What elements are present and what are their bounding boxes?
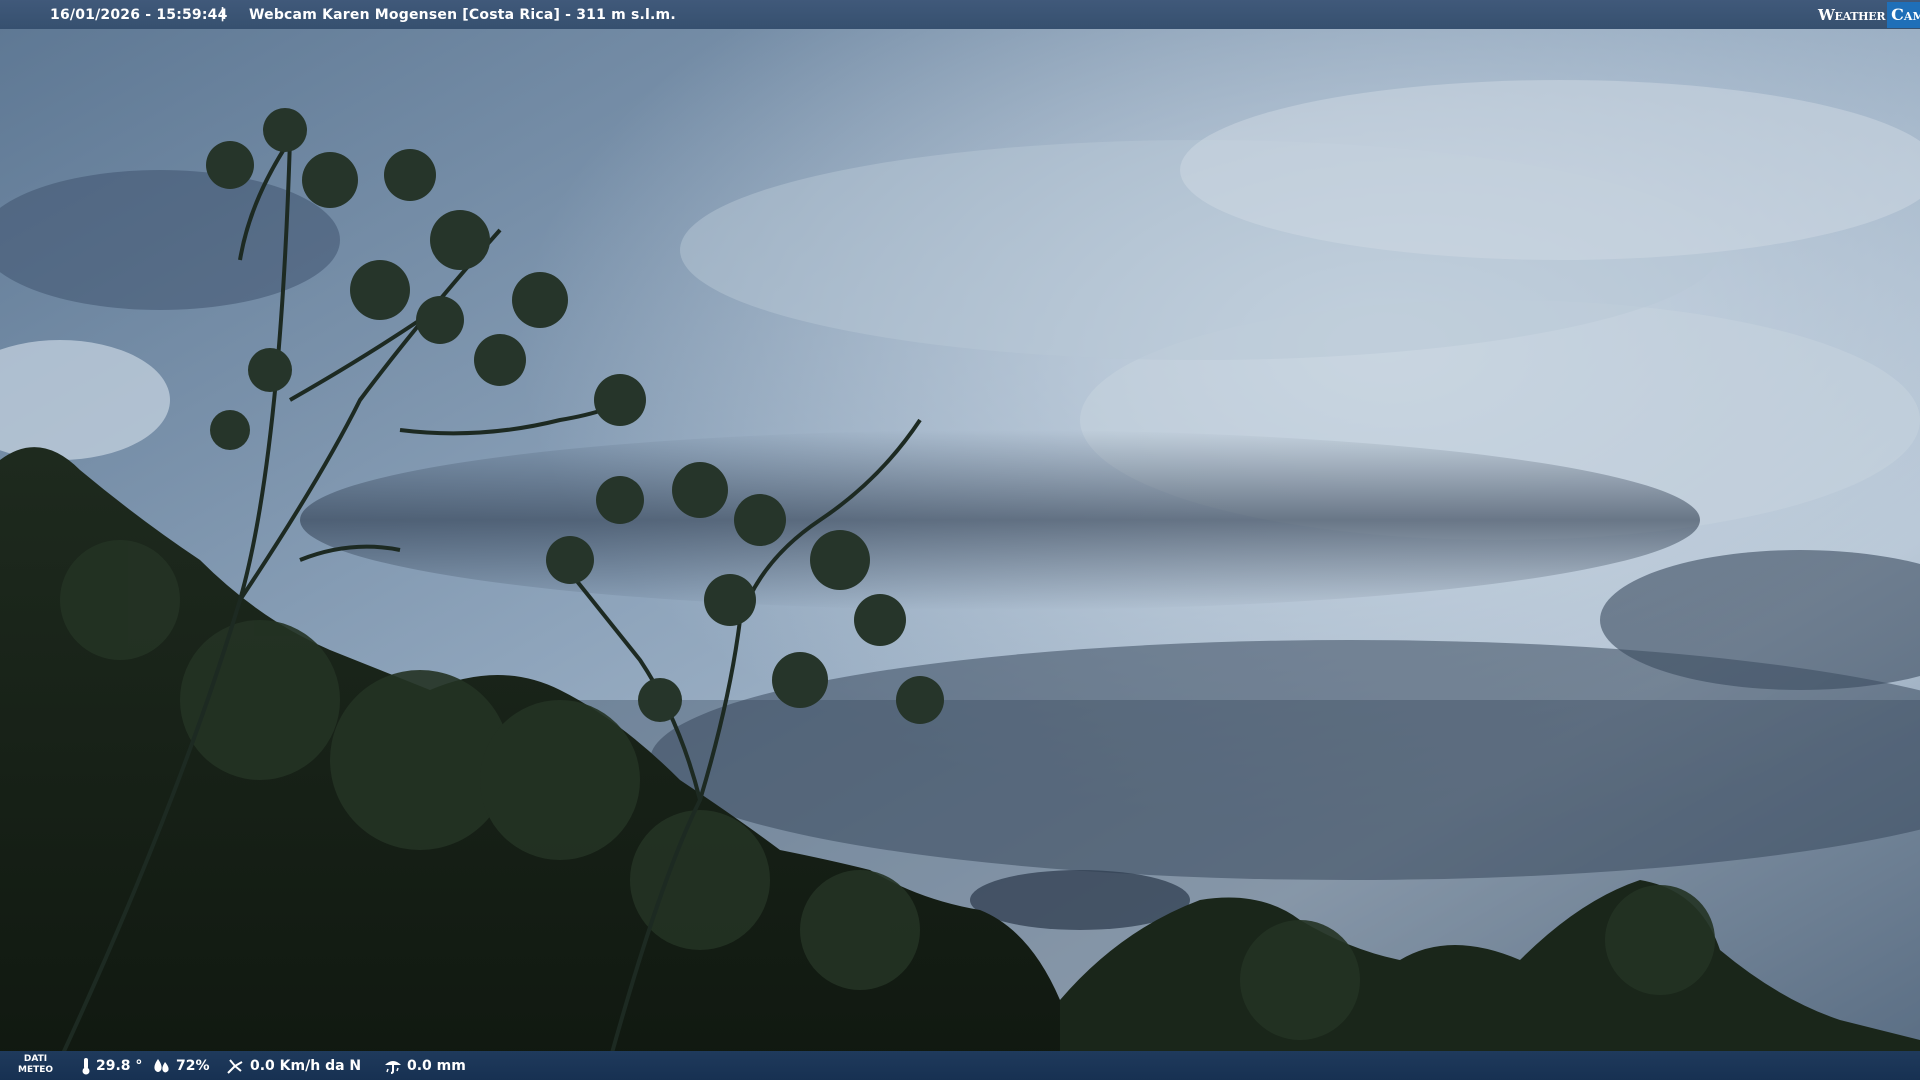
logo-text-weather: Weather	[1818, 5, 1886, 24]
header-separator: |	[220, 6, 226, 22]
timestamp: 16/01/2026 - 15:59:44	[50, 7, 228, 23]
rain-reading: 0.0 mm	[383, 1057, 466, 1075]
webcam-image	[0, 0, 1920, 1080]
temperature-value: 29.8 °	[96, 1058, 143, 1074]
wind-value: 0.0 Km/h da N	[250, 1058, 362, 1074]
humidity-drops-icon	[154, 1059, 169, 1073]
weather-data-bar: DATI METEO 29.8 ° 72% 0.0 Km/h da N 0.0 …	[0, 1051, 1920, 1080]
temperature-reading: 29.8 °	[80, 1057, 142, 1075]
humidity-reading: 72%	[152, 1057, 210, 1075]
thermometer-icon	[82, 1058, 90, 1075]
rain-icon	[385, 1061, 401, 1074]
wind-icon	[227, 1059, 243, 1074]
logo-text-cam: Cam	[1887, 1, 1920, 28]
header-bar: 16/01/2026 - 15:59:44 | Webcam Karen Mog…	[0, 0, 1920, 29]
humidity-value: 72%	[176, 1058, 210, 1074]
dati-meteo-label: DATI METEO	[18, 1054, 54, 1075]
wind-reading: 0.0 Km/h da N	[226, 1057, 361, 1075]
webcam-title: Webcam Karen Mogensen [Costa Rica] - 311…	[249, 7, 676, 23]
webcam-frame: 16/01/2026 - 15:59:44 | Webcam Karen Mog…	[0, 0, 1920, 1080]
weathercam-logo[interactable]: Weather Cam	[1818, 0, 1920, 29]
rain-value: 0.0 mm	[407, 1058, 466, 1074]
